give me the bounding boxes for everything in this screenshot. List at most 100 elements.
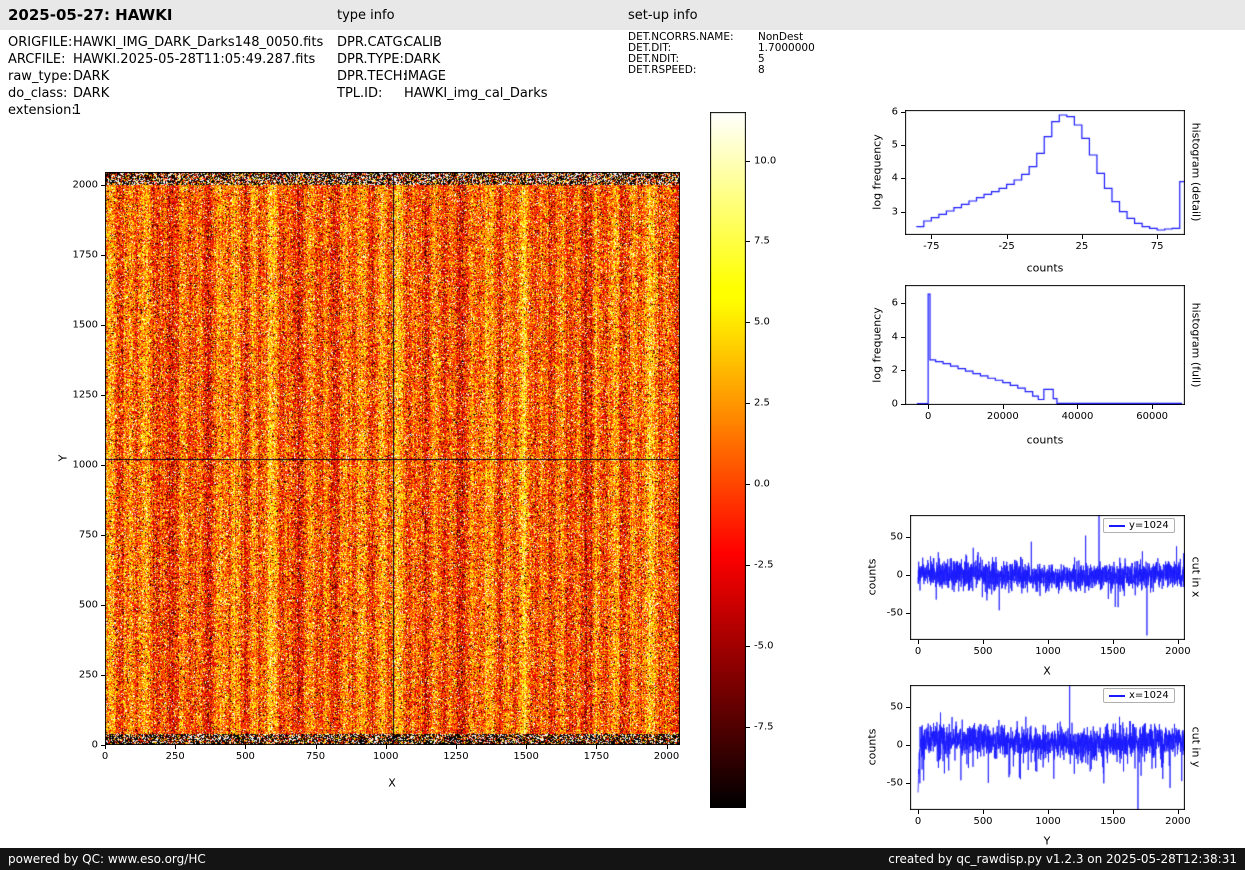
tick-label: 0 (101, 751, 109, 762)
info-row-raw-type: raw_type: DARK (8, 68, 323, 85)
tick-label: 250 (165, 751, 185, 762)
tick-label: 1250 (443, 751, 469, 762)
tick-label: -75 (923, 241, 940, 252)
info-label: ARCFILE: (8, 52, 66, 67)
tick-label: 0 (914, 646, 922, 657)
tick-mark (385, 745, 387, 749)
file-info-block: ORIGFILE: HAWKI_IMG_DARK_Darks148_0050.f… (8, 34, 323, 119)
tick-mark (1047, 640, 1049, 644)
tick-label: 1500 (513, 751, 539, 762)
tick-label: 500 (78, 599, 98, 611)
info-value: DARK (404, 52, 441, 67)
tick-mark (1002, 405, 1004, 409)
info-label: raw_type: (8, 69, 72, 84)
tick-mark (175, 745, 177, 749)
info-label: DET.RSPEED: (628, 64, 697, 76)
tick-mark (1157, 235, 1159, 239)
hist-detail-ylabel: log frequency (870, 134, 884, 210)
tick-label: 500 (973, 646, 993, 657)
tick-mark (906, 613, 910, 615)
tick-label: 2.5 (754, 397, 770, 409)
tick-label: 5.0 (754, 316, 770, 328)
tick-label: -50 (886, 607, 903, 619)
tick-label: 10.0 (754, 155, 777, 167)
tick-label: 1000 (1035, 646, 1061, 657)
hist-full-ylabel: log frequency (870, 307, 884, 383)
tick-mark (983, 640, 984, 644)
colorbar (710, 112, 746, 808)
info-value: 1.7000000 (758, 42, 815, 54)
header-bar: 2025-05-27: HAWKI type info set-up info (0, 0, 1245, 30)
tick-mark (101, 395, 105, 397)
tick-label: 2000 (1165, 816, 1191, 827)
tick-mark (901, 303, 905, 305)
tick-label: 0 (91, 739, 98, 751)
tick-label: 2000 (653, 751, 680, 762)
tick-mark (746, 322, 750, 324)
type-info-heading: type info (337, 8, 395, 23)
footer-powered-by: powered by QC: www.eso.org/HC (8, 852, 206, 866)
info-label: ORIGFILE: (8, 35, 73, 50)
tick-mark (746, 241, 750, 243)
legend-line-icon (1109, 694, 1125, 697)
tick-label: 5 (891, 139, 898, 151)
cut-in-x-plot (910, 515, 1185, 640)
tick-mark (746, 565, 750, 567)
tick-label: 1750 (583, 751, 610, 762)
tick-label: 6 (891, 297, 898, 309)
tick-mark (746, 484, 750, 486)
main-xlabel: X (388, 776, 396, 790)
tick-label: 1500 (72, 319, 98, 331)
tick-mark (906, 537, 910, 539)
info-label: extension: (8, 103, 76, 118)
tick-label: 750 (78, 529, 98, 541)
tick-label: 3 (891, 206, 898, 218)
qc-report-page: 2025-05-27: HAWKI type info set-up info … (0, 0, 1245, 870)
setup-info-block: DET.NCORRS.NAME: NonDest DET.DIT: 1.7000… (628, 32, 815, 76)
detector-image (105, 172, 680, 745)
tick-label: 50 (890, 531, 903, 543)
tick-mark (101, 465, 105, 467)
tick-label: 2000 (1165, 646, 1191, 657)
tick-label: 1750 (72, 249, 98, 261)
cut-x-ylabel: counts (865, 558, 879, 596)
tick-label: 0 (896, 569, 903, 581)
info-row-arcfile: ARCFILE: HAWKI.2025-05-28T11:05:49.287.f… (8, 51, 323, 68)
info-row-do-class: do_class: DARK (8, 85, 323, 102)
legend-line-icon (1109, 524, 1125, 527)
info-label: DPR.CATG: (337, 35, 407, 50)
tick-mark (1112, 640, 1114, 644)
tick-label: 20000 (986, 411, 1019, 422)
tick-mark (906, 707, 910, 709)
histogram-detail-plot (905, 110, 1185, 235)
tick-label: -50 (886, 777, 903, 789)
cut-y-legend: x=1024 (1103, 688, 1175, 703)
tick-label: 250 (78, 669, 98, 681)
tick-mark (101, 325, 105, 327)
tick-mark (526, 745, 528, 749)
tick-label: 1500 (1100, 816, 1126, 827)
main-ylabel: Y (56, 454, 70, 462)
tick-label: 75 (1150, 241, 1164, 252)
tick-mark (245, 745, 247, 749)
tick-mark (901, 336, 905, 338)
cut-y-side-label: cut in y (1189, 726, 1203, 768)
info-value: 8 (758, 64, 765, 76)
info-value: DARK (73, 69, 110, 84)
tick-label: 25 (1075, 241, 1089, 252)
tick-label: 7.5 (754, 235, 770, 247)
info-value: HAWKI_img_cal_Darks (404, 86, 548, 101)
tick-label: 500 (235, 751, 255, 762)
cut-y-ylabel: counts (865, 728, 879, 766)
tick-label: 2000 (72, 179, 98, 191)
tick-mark (101, 745, 105, 746)
tick-label: -7.5 (754, 721, 774, 733)
cut-x-legend-label: y=1024 (1129, 520, 1169, 531)
report-title: 2025-05-27: HAWKI (8, 6, 173, 24)
tick-label: -25 (998, 241, 1015, 252)
tick-mark (101, 605, 105, 607)
tick-mark (1177, 810, 1179, 814)
tick-mark (906, 575, 910, 577)
cut-x-legend: y=1024 (1103, 518, 1175, 533)
tick-mark (315, 745, 317, 749)
